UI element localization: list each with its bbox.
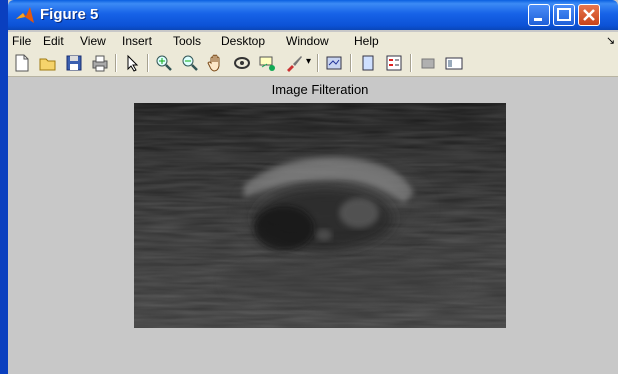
brush-icon[interactable] [284,53,304,73]
figure-toolbar: ▾ [8,50,618,77]
save-icon[interactable] [64,53,84,73]
close-icon [583,9,595,21]
title-bar[interactable]: Figure 5 [8,0,618,30]
rotate-3d-icon[interactable] [232,53,252,73]
minimize-icon [534,18,542,21]
menu-help[interactable]: Help [354,34,379,48]
colorbar-icon[interactable] [358,53,378,73]
legend-icon[interactable] [384,53,404,73]
new-figure-icon[interactable] [12,53,32,73]
menu-edit[interactable]: Edit [43,34,64,48]
open-file-icon[interactable] [38,53,58,73]
window-title: Figure 5 [40,6,99,23]
print-icon[interactable] [90,53,110,73]
link-plot-icon[interactable] [324,53,344,73]
close-button[interactable] [578,4,600,26]
ultrasound-image [134,103,506,328]
menu-tools[interactable]: Tools [173,34,201,48]
toolbar-separator [350,54,352,72]
matlab-logo-icon [16,7,34,23]
menu-overflow-icon[interactable]: ↘ [606,34,615,47]
figure-window: Figure 5 File Edit View Insert Tools Des… [8,0,618,374]
menu-desktop[interactable]: Desktop [221,34,265,48]
filtered-image[interactable] [134,103,506,328]
toolbar-separator [115,54,117,72]
data-cursor-icon[interactable] [258,53,278,73]
window-border [0,0,8,374]
maximize-icon [557,8,571,21]
axes-title: Image Filteration [271,82,369,97]
toolbar-separator [147,54,149,72]
toolbar-separator [317,54,319,72]
pan-hand-icon[interactable] [206,53,226,73]
zoom-out-icon[interactable] [180,53,200,73]
pointer-icon[interactable] [122,53,142,73]
minimize-button[interactable] [528,4,550,26]
menu-view[interactable]: View [80,34,106,48]
maximize-button[interactable] [553,4,575,26]
zoom-in-icon[interactable] [154,53,174,73]
toolbar-separator [410,54,412,72]
hide-plot-tools-icon[interactable] [418,53,438,73]
brush-dropdown-icon[interactable]: ▾ [306,56,311,67]
menu-window[interactable]: Window [286,34,329,48]
menu-bar: File Edit View Insert Tools Desktop Wind… [8,32,618,50]
menu-insert[interactable]: Insert [122,34,152,48]
show-plot-tools-icon[interactable] [444,53,464,73]
menu-file[interactable]: File [12,34,31,48]
